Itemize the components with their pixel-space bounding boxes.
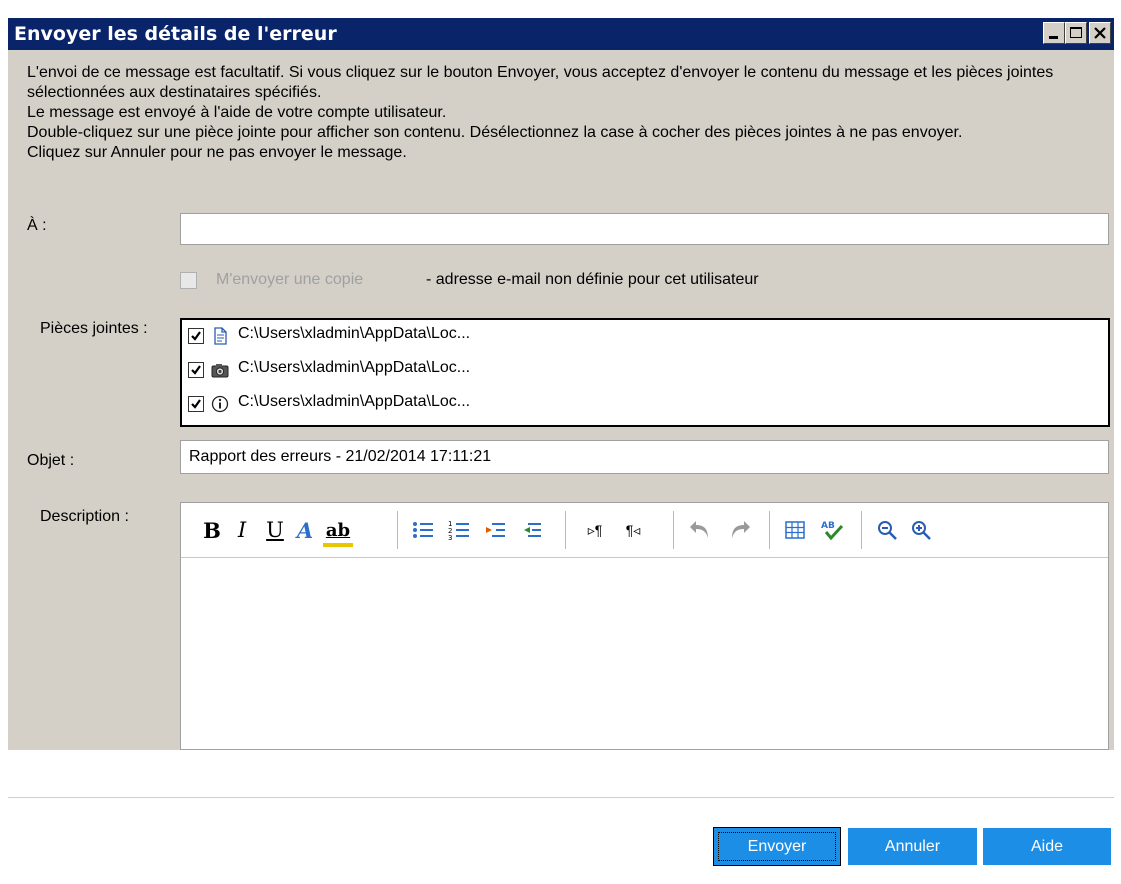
close-button[interactable] (1089, 22, 1111, 44)
email-not-defined-note: - adresse e-mail non définie pour cet ut… (426, 271, 759, 288)
toolbar-separator (397, 511, 398, 549)
highlight-button[interactable]: ab (323, 517, 353, 547)
intro-text: L'envoi de ce message est facultatif. Si… (27, 63, 1097, 163)
toolbar-separator (565, 511, 566, 549)
attachment-item[interactable]: C:\Users\xladmin\AppData\Loc... (188, 390, 1088, 420)
intro-line: L'envoi de ce message est facultatif. Si… (27, 64, 1054, 101)
indent-icon (486, 523, 505, 537)
checkmark-icon (191, 399, 201, 409)
toolbar-separator (861, 511, 862, 549)
minimize-button[interactable] (1043, 22, 1065, 44)
camera-icon (210, 360, 230, 380)
outdent-button[interactable] (519, 517, 543, 543)
attachment-path: C:\Users\xladmin\AppData\Loc... (238, 359, 471, 376)
attachment-checkbox[interactable] (188, 328, 204, 344)
send-copy-checkbox[interactable] (180, 272, 197, 289)
bold-button[interactable]: B (201, 517, 223, 543)
send-copy-label: M'envoyer une copie (216, 271, 364, 288)
attachment-item[interactable]: C:\Users\xladmin\AppData\Loc... (188, 322, 1088, 352)
zoom-in-button[interactable] (909, 517, 933, 543)
attachment-checkbox[interactable] (188, 362, 204, 378)
zoom-out-button[interactable] (875, 517, 899, 543)
numbered-list-icon: 123 (448, 520, 469, 541)
info-icon (210, 394, 230, 414)
intro-line: Le message est envoyé à l'aide de votre … (27, 104, 447, 121)
redo-icon (732, 521, 750, 538)
font-color-button[interactable]: A (293, 517, 317, 543)
attachment-path: C:\Users\xladmin\AppData\Loc... (238, 393, 471, 410)
outdent-icon (524, 523, 541, 537)
subject-input[interactable] (180, 440, 1109, 474)
document-icon (210, 326, 230, 346)
toolbar-separator (769, 511, 770, 549)
footer-separator (8, 797, 1114, 798)
minimize-icon (1049, 36, 1058, 39)
send-error-details-dialog: Envoyer les détails de l'erreur L'envoi … (0, 0, 1121, 884)
undo-button[interactable] (687, 517, 713, 543)
zoom-in-icon (912, 521, 931, 540)
spellcheck-button[interactable]: AB (819, 517, 845, 543)
close-icon (1094, 27, 1106, 39)
checkmark-icon (191, 365, 201, 375)
window-title: Envoyer les détails de l'erreur (14, 23, 337, 45)
intro-line: Cliquez sur Annuler pour ne pas envoyer … (27, 144, 407, 161)
to-label: À : (27, 217, 47, 234)
toolbar-separator (673, 511, 674, 549)
formatting-toolbar: B I U A ab 123 ▹¶ ¶◃ AB (181, 503, 1108, 558)
intro-line: Double-cliquez sur une pièce jointe pour… (27, 124, 963, 141)
attachment-checkbox[interactable] (188, 396, 204, 412)
to-input[interactable] (180, 213, 1109, 245)
subject-label: Objet : (27, 452, 75, 469)
title-bar[interactable]: Envoyer les détails de l'erreur (8, 18, 1114, 50)
attachment-path: C:\Users\xladmin\AppData\Loc... (238, 325, 471, 342)
svg-text:AB: AB (821, 521, 835, 531)
zoom-out-icon (878, 521, 897, 540)
bullet-list-button[interactable] (411, 517, 435, 543)
rtl-button[interactable]: ¶◃ (619, 517, 647, 543)
table-icon (785, 521, 805, 539)
table-button[interactable] (783, 517, 807, 543)
attachments-label: Pièces jointes : (40, 320, 148, 337)
italic-button[interactable]: I (231, 517, 253, 543)
indent-button[interactable] (483, 517, 507, 543)
attachment-item[interactable]: C:\Users\xladmin\AppData\Loc... (188, 356, 1088, 386)
numbered-list-button[interactable]: 123 (447, 517, 471, 543)
maximize-button[interactable] (1065, 22, 1087, 44)
undo-icon (690, 521, 708, 538)
redo-button[interactable] (727, 517, 753, 543)
bullet-list-icon (413, 522, 433, 538)
description-label: Description : (40, 508, 129, 525)
svg-text:3: 3 (448, 534, 452, 541)
help-button[interactable]: Aide (983, 828, 1111, 865)
attachments-list[interactable]: C:\Users\xladmin\AppData\Loc... C:\Users… (180, 318, 1110, 427)
ltr-button[interactable]: ▹¶ (581, 517, 609, 543)
maximize-icon (1070, 27, 1082, 38)
top-strip (0, 0, 1121, 18)
send-button[interactable]: Envoyer (713, 827, 841, 866)
description-text-area[interactable] (181, 558, 1108, 749)
spellcheck-icon: AB (821, 521, 844, 541)
cancel-button[interactable]: Annuler (848, 828, 977, 865)
checkmark-icon (191, 331, 201, 341)
underline-button[interactable]: U (263, 517, 287, 543)
description-editor[interactable]: B I U A ab 123 ▹¶ ¶◃ AB (180, 502, 1109, 750)
